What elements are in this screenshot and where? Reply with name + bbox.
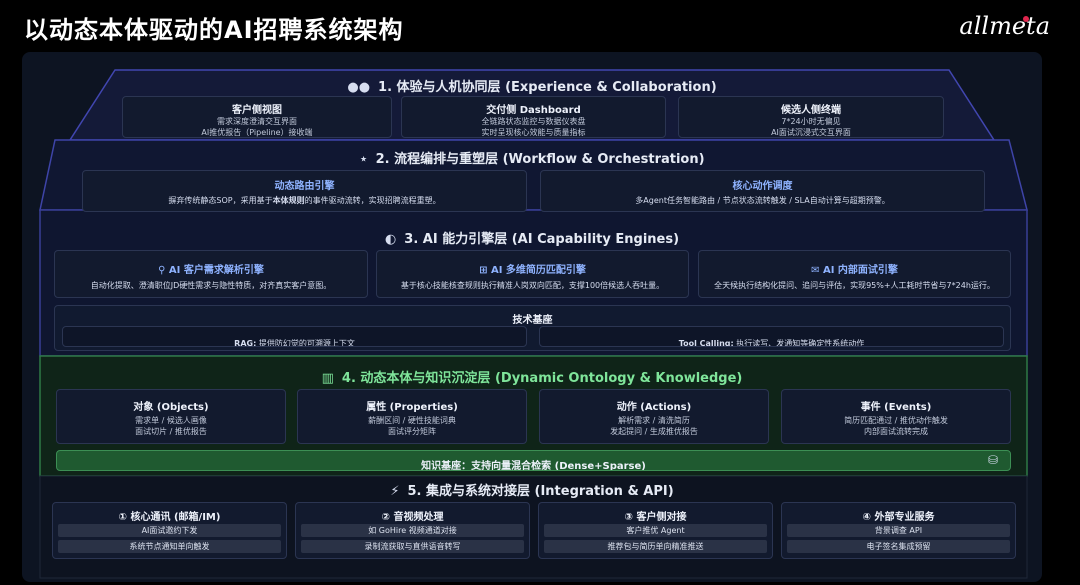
card-desc: 摒弃传统静态SOP，采用基于本体规则的事件驱动流转，实现招聘流程重塑。 [83,195,526,206]
card-desc: 自动化提取、澄清职位JD硬性需求与隐性特质，对齐真实客户意图。 [90,281,332,290]
page-title: 以动态本体驱动的AI招聘系统架构 [24,16,404,44]
tool-label: Tool Calling: [678,339,734,347]
layer4-card-properties: 属性 (Properties) 薪酬区间 / 硬性技能词典 面试评分矩阵 [297,389,527,444]
layer2-title: 2. 流程编排与重塑层 (Workflow & Orchestration) [375,152,705,167]
kb-text: 支持向量混合检索 (Dense+Sparse) [471,461,646,471]
card-line: 内部面试流转完成 [864,427,928,436]
layer3-title: 3. AI 能力引擎层 (AI Capability Engines) [404,232,680,247]
card-title: 动态路由引擎 [274,181,335,192]
layer4-card-actions: 动作 (Actions) 解析需求 / 清洗简历 发起提问 / 生成推优报告 [539,389,769,444]
card-line: AI面试沉浸式交互界面 [771,128,851,137]
layer4-title: 4. 动态本体与知识沉淀层 (Dynamic Ontology & Knowle… [341,371,743,386]
chat-icon: ✉ [811,265,823,276]
card-line: 简历匹配通过 / 推优动作触发 [844,416,948,425]
layer5-title: 5. 集成与系统对接层 (Integration & API) [407,484,674,499]
tech-title: 技术基座 [512,315,553,326]
card-title: ② 音视频处理 [381,512,444,523]
brain-icon: ◐ [384,232,397,247]
layer4-card-objects: 对象 (Objects) 需求单 / 候选人画像 面试切片 / 推优报告 [56,389,286,444]
rag-label: RAG: [234,339,257,347]
architecture-canvas: ●● 1. 体验与人机协同层 (Experience & Collaboratio… [22,52,1042,582]
grid-icon: ⊞ [479,265,491,276]
desc-pre: 摒弃传统静态SOP，采用基于 [168,196,273,205]
card-line: 全链路状态监控与数据仪表盘 [481,117,586,126]
layer1-card-delivery: 交付侧 Dashboard 全链路状态监控与数据仪表盘 实时呈现核心效能与质量指… [401,96,666,138]
hierarchy-icon: ▥ [321,371,334,386]
card-title: ④ 外部专业服务 [862,512,935,523]
layer4-heading: ▥ 4. 动态本体与知识沉淀层 (Dynamic Ontology & Knowl… [22,367,1042,386]
card-title: 事件 (Events) [860,402,932,413]
card-line: 面试切片 / 推优报告 [135,427,207,436]
knowledge-base-bar: 知识基座：支持向量混合检索 (Dense+Sparse) ⛁ [56,450,1011,471]
desc-bold: 本体规则 [272,196,305,205]
integration-item: 推荐包与简历单向精准推送 [544,540,767,553]
card-line: 面试评分矩阵 [388,427,436,436]
layer2-card-routing: 动态路由引擎 摒弃传统静态SOP，采用基于本体规则的事件驱动流转，实现招聘流程重… [82,170,527,212]
card-title: 客户侧视图 [232,105,282,116]
integration-item: 录制流获取与直供语音转写 [301,540,524,553]
card-line: 7*24小时无偏见 [781,117,841,126]
database-icon: ⛁ [987,453,998,467]
card-line: AI推优报告（Pipeline）接收端 [201,128,313,137]
layer2-heading: ⋆ 2. 流程编排与重塑层 (Workflow & Orchestration) [22,148,1042,167]
layer1-title: 1. 体验与人机协同层 (Experience & Collaboration) [378,80,717,95]
rag-text: 提供防幻觉的可溯源上下文 [258,339,355,347]
integration-item: 如 GoHire 视频通道对接 [301,524,524,537]
card-desc: 基于核心技能核查规则执行精准人岗双向匹配，支撑100倍候选人吞吐量。 [400,281,665,290]
layer4-card-events: 事件 (Events) 简历匹配通过 / 推优动作触发 内部面试流转完成 [781,389,1011,444]
users-icon: ●● [347,80,371,95]
layer3-card-demand: ⚲ AI 客户需求解析引擎 自动化提取、澄清职位JD硬性需求与隐性特质，对齐真实… [54,250,368,298]
integration-item: 背景调查 API [787,524,1010,537]
kb-label: 知识基座： [421,461,472,471]
card-line: 薪酬区间 / 硬性技能词典 [368,416,456,425]
layer3-card-interview: ✉ AI 内部面试引擎 全天候执行结构化提问、追问与评估，实现95%+人工耗时节… [698,250,1011,298]
integration-item: 系统节点通知单向触发 [58,540,281,553]
card-line: 需求单 / 候选人画像 [135,416,207,425]
integration-item: 电子签名集成预留 [787,540,1010,553]
layer1-heading: ●● 1. 体验与人机协同层 (Experience & Collaboratio… [22,76,1042,95]
workflow-icon: ⋆ [359,152,368,167]
card-line: 需求深度澄清交互界面 [217,117,297,126]
card-title: AI 多维简历匹配引擎 [490,265,586,276]
plug-icon: ⚡ [390,484,400,499]
card-title: 候选人侧终端 [781,105,841,116]
layer1-card-candidate: 候选人侧终端 7*24小时无偏见 AI面试沉浸式交互界面 [678,96,944,138]
card-title: 属性 (Properties) [366,402,458,413]
layer1-card-client: 客户侧视图 需求深度澄清交互界面 AI推优报告（Pipeline）接收端 [122,96,392,138]
card-title: 交付侧 Dashboard [486,105,581,116]
card-desc: 多Agent任务智能路由 / 节点状态流转触发 / SLA自动计算与超期预警。 [635,196,890,205]
tech-rag: RAG: 提供防幻觉的可溯源上下文 [62,326,527,347]
search-icon: ⚲ [158,265,169,276]
card-title: AI 内部面试引擎 [822,265,898,276]
card-title: ③ 客户侧对接 [624,512,687,523]
brand-logo: allmeta [959,12,1050,40]
layer2-card-dispatch: 核心动作调度 多Agent任务智能路由 / 节点状态流转触发 / SLA自动计算… [540,170,985,212]
card-title: 核心动作调度 [732,181,793,192]
layer3-heading: ◐ 3. AI 能力引擎层 (AI Capability Engines) [22,228,1042,247]
layer5-heading: ⚡ 5. 集成与系统对接层 (Integration & API) [22,480,1042,499]
card-line: 解析需求 / 清洗简历 [618,416,690,425]
card-title: 对象 (Objects) [133,402,209,413]
tool-text: 执行读写、发通知等确定性系统动作 [736,339,865,347]
desc-post: 的事件驱动流转，实现招聘流程重塑。 [304,196,441,205]
card-line: 实时呈现核心效能与质量指标 [481,128,586,137]
card-title: 动作 (Actions) [616,402,692,413]
integration-item: 客户推优 Agent [544,524,767,537]
card-title: ① 核心通讯 (邮箱/IM) [118,512,221,523]
tech-tool-calling: Tool Calling: 执行读写、发通知等确定性系统动作 [539,326,1004,347]
integration-item: AI面试邀约下发 [58,524,281,537]
card-line: 发起提问 / 生成推优报告 [610,427,698,436]
layer3-card-matching: ⊞ AI 多维简历匹配引擎 基于核心技能核查规则执行精准人岗双向匹配，支撑100… [376,250,689,298]
card-desc: 全天候执行结构化提问、追问与评估，实现95%+人工耗时节省与7*24h运行。 [714,281,995,290]
card-title: AI 客户需求解析引擎 [168,265,264,276]
